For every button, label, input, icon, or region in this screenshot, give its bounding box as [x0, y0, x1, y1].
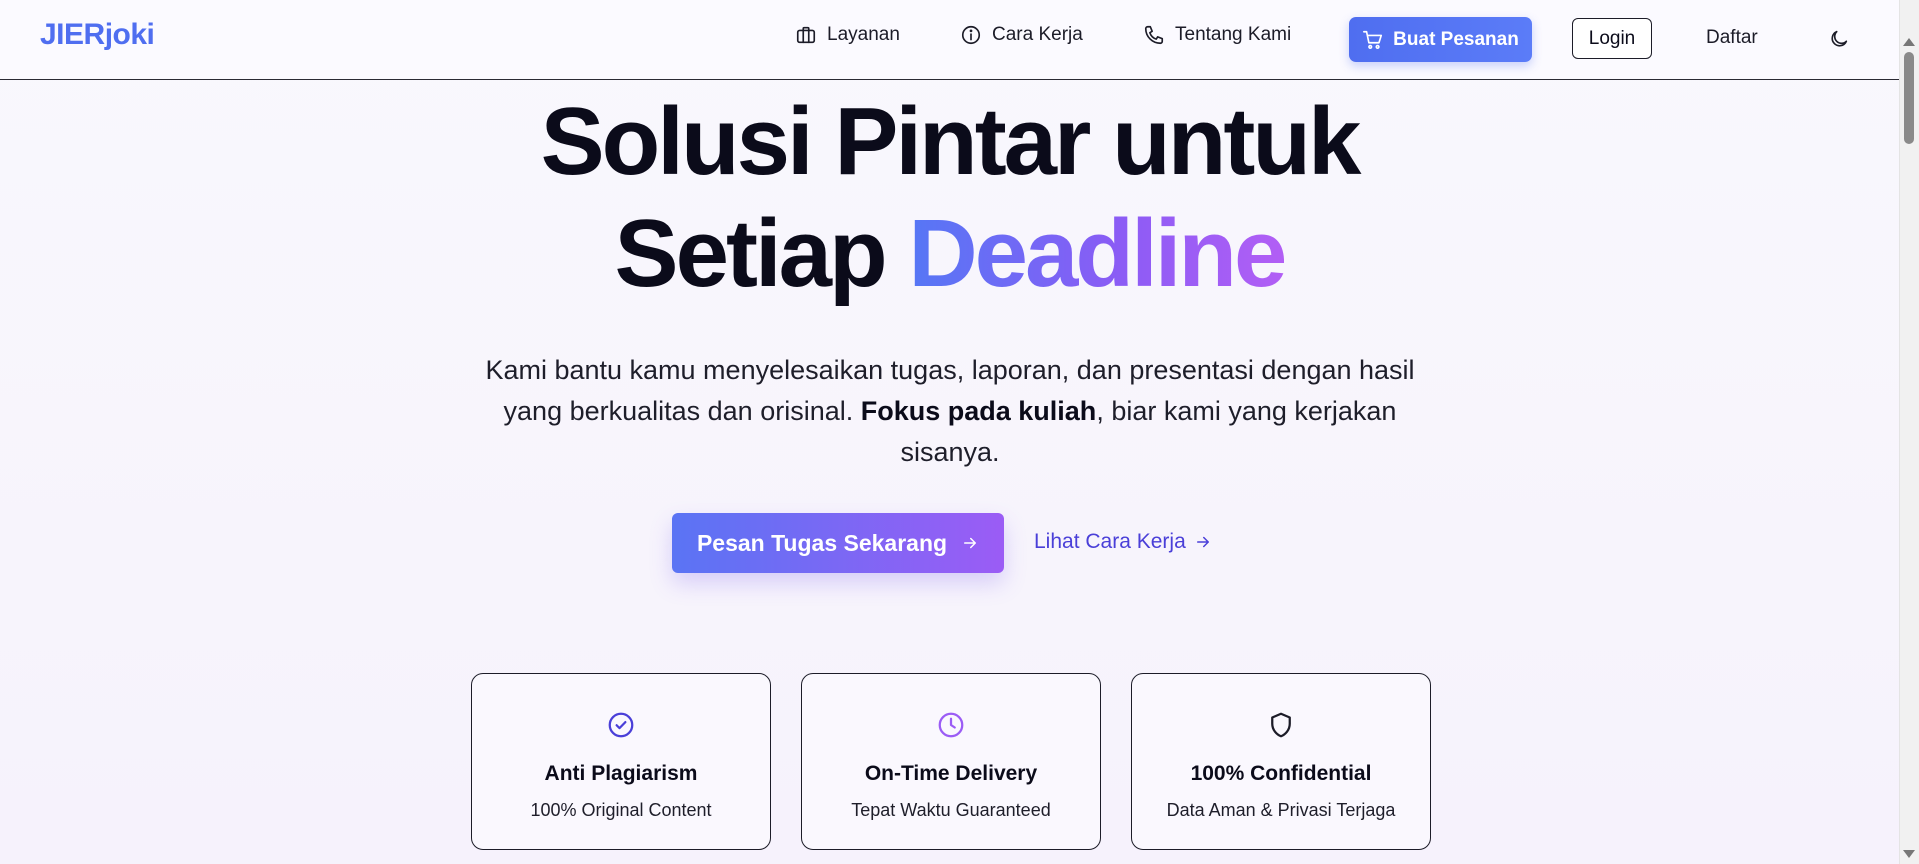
check-circle-icon	[608, 712, 634, 738]
hero-title-line2: Setiap Deadline	[0, 198, 1899, 310]
briefcase-icon	[796, 26, 816, 44]
feature-title: 100% Confidential	[1190, 762, 1372, 785]
scroll-down-arrow-icon[interactable]	[1903, 850, 1915, 858]
feature-card-on-time-delivery: On-Time Delivery Tepat Waktu Guaranteed	[801, 673, 1101, 850]
cart-icon	[1363, 30, 1383, 49]
hero-title-plain: Setiap	[614, 200, 909, 307]
moon-icon[interactable]	[1828, 28, 1850, 50]
feature-subtitle: Tepat Waktu Guaranteed	[851, 800, 1051, 820]
see-how-it-works-link[interactable]: Lihat Cara Kerja	[1034, 530, 1212, 554]
nav-item-label: Layanan	[827, 24, 900, 45]
login-button[interactable]: Login	[1572, 18, 1652, 59]
order-task-button-label: Pesan Tugas Sekarang	[696, 529, 948, 556]
feature-card-confidential: 100% Confidential Data Aman & Privasi Te…	[1131, 673, 1431, 850]
hero-subtitle: Kami bantu kamu menyelesaikan tugas, lap…	[470, 350, 1430, 473]
see-how-it-works-label: Lihat Cara Kerja	[1034, 530, 1186, 553]
feature-title: On-Time Delivery	[864, 762, 1038, 785]
nav-item-label: Tentang Kami	[1175, 24, 1292, 45]
feature-title: Anti Plagiarism	[544, 762, 698, 785]
hero-title-accent: Deadline	[908, 200, 1287, 307]
shield-icon	[1271, 712, 1291, 738]
feature-card-anti-plagiarism: Anti Plagiarism 100% Original Content	[471, 673, 771, 850]
hero-title-line1: Solusi Pintar untuk	[540, 88, 1362, 195]
nav-item-cara-kerja[interactable]: Cara Kerja	[960, 24, 1083, 46]
info-icon	[961, 25, 981, 45]
scrollbar[interactable]	[1899, 0, 1919, 864]
order-button-label: Buat Pesanan	[1393, 28, 1519, 50]
scrollbar-thumb[interactable]	[1904, 52, 1914, 144]
order-button[interactable]: Buat Pesanan	[1349, 17, 1532, 62]
top-navbar: JIERjoki Layanan Cara Kerja Tentang Kami…	[0, 0, 1899, 80]
arrow-right-icon	[1196, 536, 1209, 548]
register-link[interactable]: Daftar	[1706, 27, 1758, 49]
logo[interactable]: JIERjoki	[40, 18, 155, 52]
nav-item-layanan[interactable]: Layanan	[795, 24, 900, 46]
hero-subtitle-bold: Fokus pada kuliah	[860, 396, 1097, 426]
nav-item-label: Cara Kerja	[992, 24, 1083, 45]
clock-icon	[938, 712, 964, 738]
order-task-button[interactable]: Pesan Tugas Sekarang	[672, 513, 1004, 573]
nav-item-tentang-kami[interactable]: Tentang Kami	[1143, 24, 1291, 46]
scroll-up-arrow-icon[interactable]	[1903, 38, 1915, 46]
feature-subtitle: 100% Original Content	[530, 800, 712, 820]
arrow-right-icon	[964, 537, 977, 549]
feature-subtitle: Data Aman & Privasi Terjaga	[1166, 800, 1396, 820]
phone-icon	[1144, 25, 1164, 45]
